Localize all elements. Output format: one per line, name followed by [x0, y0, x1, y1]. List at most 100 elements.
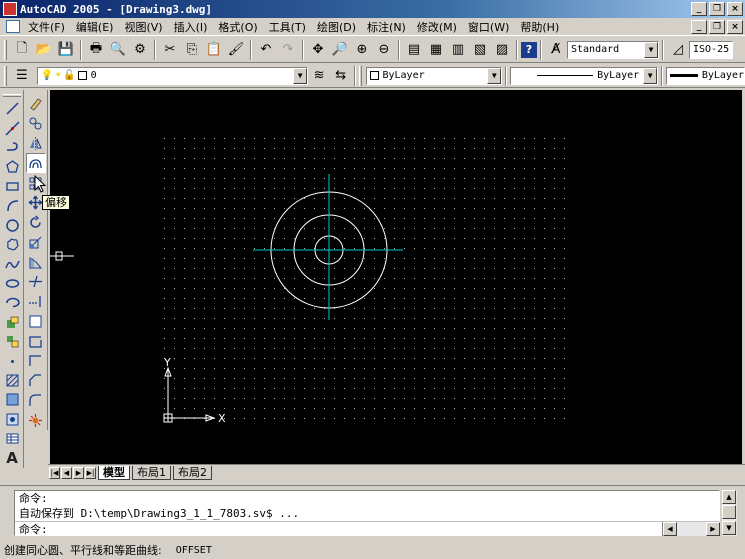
extend-icon[interactable] — [26, 292, 46, 312]
doc-restore-button[interactable]: ❐ — [709, 20, 725, 34]
revcloud-icon[interactable] — [2, 235, 22, 254]
toolbar-grip[interactable] — [4, 39, 7, 60]
ellipse-icon[interactable] — [2, 274, 22, 293]
explode-icon[interactable] — [26, 410, 46, 430]
construction-line-icon[interactable] — [2, 118, 22, 137]
zoom-previous-icon[interactable]: ⊖ — [373, 39, 395, 61]
chevron-down-icon[interactable]: ▼ — [644, 41, 658, 58]
spline-icon[interactable] — [2, 254, 22, 273]
polygon-icon[interactable] — [2, 157, 22, 176]
publish-icon[interactable]: ⚙ — [129, 39, 151, 61]
next-tab-icon[interactable]: ▶ — [73, 466, 84, 479]
chevron-down-icon[interactable]: ▼ — [487, 67, 502, 84]
doc-close-button[interactable]: × — [727, 20, 743, 34]
linetype-select[interactable]: ByLayer ▼ — [510, 66, 659, 85]
doc-minimize-button[interactable]: _ — [691, 20, 707, 34]
menu-view[interactable]: 视图(V) — [120, 19, 169, 35]
markup-icon[interactable]: ▨ — [491, 39, 513, 61]
scroll-up-icon[interactable]: ▲ — [722, 490, 736, 504]
scale-icon[interactable] — [26, 232, 46, 252]
stretch-icon[interactable] — [26, 252, 46, 272]
minimize-button[interactable]: _ — [691, 2, 707, 16]
polyline-icon[interactable] — [2, 138, 22, 157]
cut-icon[interactable]: ✂ — [159, 39, 181, 61]
tool-palettes-icon[interactable]: ▥ — [447, 39, 469, 61]
menu-insert[interactable]: 插入(I) — [170, 19, 215, 35]
scroll-right-icon[interactable]: ▶ — [706, 522, 720, 536]
print-icon[interactable]: 🖶 — [85, 39, 107, 61]
menu-help[interactable]: 帮助(H) — [516, 19, 566, 35]
scroll-left-icon[interactable]: ◀ — [663, 522, 677, 536]
arc-icon[interactable] — [2, 196, 22, 215]
redo-icon[interactable]: ↷ — [277, 39, 299, 61]
restore-button[interactable]: ❐ — [709, 2, 725, 16]
scroll-thumb[interactable] — [722, 505, 736, 519]
copy-icon[interactable] — [26, 114, 46, 134]
make-block-icon[interactable] — [2, 332, 22, 351]
lineweight-select[interactable]: ByLayer — [666, 66, 745, 85]
zoom-window-icon[interactable]: ⊕ — [351, 39, 373, 61]
design-center-icon[interactable]: ▦ — [425, 39, 447, 61]
command-input[interactable]: 命令: — [15, 521, 719, 536]
mtext-icon[interactable]: A — [2, 449, 22, 468]
circle-icon[interactable] — [2, 215, 22, 234]
break-at-point-icon[interactable] — [26, 311, 46, 331]
paste-icon[interactable]: 📋 — [203, 39, 225, 61]
menu-file[interactable]: 文件(F) — [24, 19, 72, 35]
command-horizontal-scrollbar[interactable]: ◀ ▶ — [662, 522, 720, 536]
make-current-layer-icon[interactable]: ≋ — [308, 65, 330, 87]
hatch-icon[interactable] — [2, 371, 22, 390]
text-style-select[interactable]: Standard ▼ — [567, 40, 659, 59]
copy-clip-icon[interactable]: ⎘ — [181, 39, 203, 61]
layer-select[interactable]: 💡 ☀ 🔓 0 ▼ — [36, 66, 309, 85]
menu-draw[interactable]: 绘图(D) — [313, 19, 363, 35]
erase-icon[interactable] — [26, 94, 46, 114]
prev-tab-icon[interactable]: ◀ — [61, 466, 72, 479]
color-select[interactable]: ByLayer ▼ — [366, 66, 503, 85]
last-tab-icon[interactable]: ▶| — [85, 466, 96, 479]
offset-icon[interactable] — [25, 153, 46, 174]
tab-layout1[interactable]: 布局1 — [132, 465, 171, 480]
scroll-down-icon[interactable]: ▼ — [722, 521, 736, 535]
menu-format[interactable]: 格式(O) — [214, 19, 264, 35]
chevron-down-icon[interactable]: ▼ — [643, 67, 658, 84]
line-icon[interactable] — [2, 99, 22, 118]
break-icon[interactable] — [26, 331, 46, 351]
chamfer-icon[interactable] — [26, 371, 46, 391]
model-space[interactable]: Y X — [50, 90, 742, 464]
save-icon[interactable]: 💾 — [55, 39, 77, 61]
region-icon[interactable] — [2, 410, 22, 429]
point-icon[interactable] — [2, 351, 22, 370]
dim-style-icon[interactable]: ◿ — [667, 39, 689, 61]
rotate-icon[interactable] — [26, 213, 46, 233]
sheet-set-icon[interactable]: ▧ — [469, 39, 491, 61]
first-tab-icon[interactable]: |◀ — [49, 466, 60, 479]
help-icon[interactable]: ? — [521, 41, 537, 58]
zoom-realtime-icon[interactable]: 🔎 — [329, 39, 351, 61]
menu-tools[interactable]: 工具(T) — [265, 19, 313, 35]
plot-preview-icon[interactable]: 🔍 — [107, 39, 129, 61]
concentric-circles[interactable] — [253, 174, 403, 320]
close-button[interactable]: × — [727, 2, 743, 16]
new-icon[interactable]: 🗋 — [11, 39, 33, 61]
undo-icon[interactable]: ↶ — [255, 39, 277, 61]
command-vertical-scrollbar[interactable]: ▲ ▼ — [722, 490, 737, 536]
chevron-down-icon[interactable]: ▼ — [293, 67, 308, 84]
tab-layout2[interactable]: 布局2 — [173, 465, 212, 480]
ellipse-arc-icon[interactable] — [2, 293, 22, 312]
command-history[interactable]: 命令: 自动保存到 D:\temp\Drawing3_1_1_7803.sv$ … — [14, 490, 720, 536]
tab-model[interactable]: 模型 — [98, 465, 130, 480]
trim-icon[interactable] — [26, 272, 46, 292]
open-icon[interactable]: 📂 — [33, 39, 55, 61]
menu-window[interactable]: 窗口(W) — [464, 19, 516, 35]
dim-style-select[interactable]: ISO-25 — [689, 40, 733, 59]
drawing-canvas[interactable]: Y X — [50, 90, 742, 464]
pan-icon[interactable]: ✥ — [307, 39, 329, 61]
properties-icon[interactable]: ▤ — [403, 39, 425, 61]
gradient-icon[interactable] — [2, 390, 22, 409]
fillet-icon[interactable] — [26, 391, 46, 411]
menu-modify[interactable]: 修改(M) — [413, 19, 464, 35]
document-icon[interactable] — [6, 20, 20, 33]
table-icon[interactable] — [2, 429, 22, 448]
match-properties-icon[interactable]: 🖌 — [225, 39, 247, 61]
